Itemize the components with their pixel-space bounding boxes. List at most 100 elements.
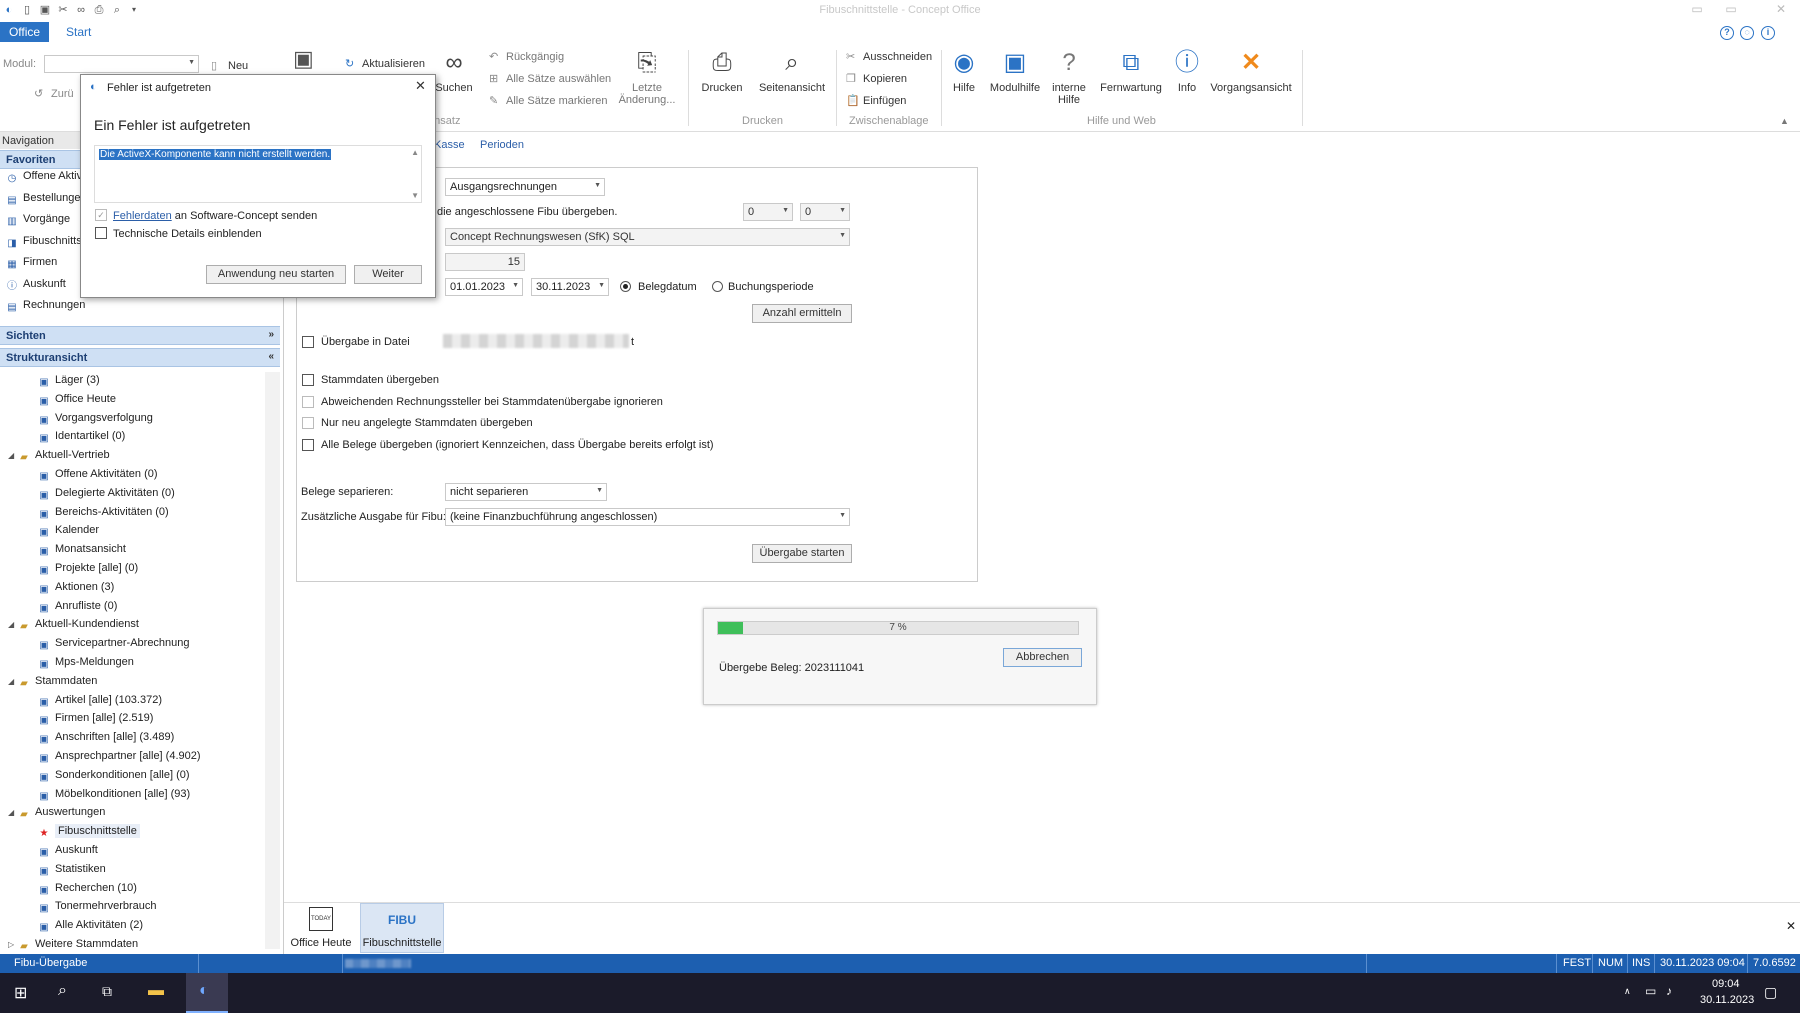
alle-belege-checkbox[interactable] <box>302 439 314 451</box>
clock-time[interactable]: 09:04 <box>1712 978 1740 990</box>
modul-select[interactable]: ▼ <box>44 55 199 73</box>
close-tab-icon[interactable]: ✕ <box>1786 919 1796 933</box>
seitenansicht-button[interactable]: ⌕ Seitenansicht <box>756 48 828 94</box>
favorite-item[interactable]: ◨ Fibuschnitts <box>6 235 81 254</box>
date-to-field[interactable]: 30.11.2023 ▼ <box>531 278 609 296</box>
date-from-field[interactable]: 01.01.2023 ▼ <box>445 278 523 296</box>
nur-neu-checkbox[interactable] <box>302 417 314 429</box>
expand-arrow-icon[interactable]: ◢ <box>8 620 18 629</box>
tree-item[interactable]: ▣ Mps-Meldungen <box>38 656 134 674</box>
tree-item[interactable]: ▣ Projekte [alle] (0) <box>38 562 138 580</box>
tree-item[interactable]: ▣ Monatsansicht <box>38 543 126 561</box>
belegart-select[interactable]: Ausgangsrechnungen ▼ <box>445 178 605 196</box>
tree-item[interactable]: ▣ Statistiken <box>38 863 105 881</box>
windows-start-icon[interactable]: ⊞ <box>14 983 27 1003</box>
vorgangsansicht-button[interactable]: ✕ Vorgangsansicht <box>1206 48 1296 94</box>
help-icon[interactable]: ? <box>1720 26 1734 40</box>
scroll-up-icon[interactable]: ▲ <box>411 148 419 157</box>
abweichenden-checkbox[interactable] <box>302 396 314 408</box>
expand-arrow-icon[interactable]: ▷ <box>8 940 18 949</box>
tree-item[interactable]: ▣ Recherchen (10) <box>38 882 137 900</box>
uebergabe-datei-checkbox[interactable] <box>302 336 314 348</box>
tree-item[interactable]: ★ Fibuschnittstelle <box>38 824 140 843</box>
volume-icon[interactable]: ♪ <box>1666 984 1672 998</box>
tab-start[interactable]: Start <box>66 25 91 39</box>
rueckgaengig-button[interactable]: ↶ Rückgängig <box>489 50 564 63</box>
expand-arrow-icon[interactable]: ◢ <box>8 451 18 460</box>
info-icon[interactable]: i <box>1761 26 1775 40</box>
tree-item[interactable]: ▣ Artikel [alle] (103.372) <box>38 694 162 712</box>
tree-item[interactable]: ▣ Ansprechpartner [alle] (4.902) <box>38 750 200 768</box>
tree-item[interactable]: ◢ ▰ Aktuell-Kundendienst <box>8 618 139 636</box>
hilfe-button[interactable]: ◉ Hilfe <box>948 48 980 94</box>
minimize-icon[interactable]: ▭ <box>1688 2 1706 18</box>
close-icon[interactable]: ✕ <box>415 78 426 94</box>
fernwartung-button[interactable]: ⧉ Fernwartung <box>1095 48 1167 94</box>
fehlerdaten-checkbox[interactable]: ✓ <box>95 209 107 221</box>
stammdaten-uebergeben-checkbox[interactable] <box>302 374 314 386</box>
tree-item[interactable]: ▣ Office Heute <box>38 393 116 411</box>
favorite-item[interactable]: ◷ Offene Aktiv <box>6 170 82 189</box>
abbrechen-button[interactable]: Abbrechen <box>1003 648 1082 667</box>
tree-item[interactable]: ◢ ▰ Aktuell-Vertrieb <box>8 449 110 467</box>
tree-item[interactable]: ▣ Aktionen (3) <box>38 581 114 599</box>
kopieren-button[interactable]: ❐ Kopieren <box>846 72 907 85</box>
tree-item[interactable]: ◢ ▰ Stammdaten <box>8 675 97 693</box>
fehlerdaten-link[interactable]: Fehlerdaten <box>113 210 172 222</box>
tree-item[interactable]: ▣ Servicepartner-Abrechnung <box>38 637 189 655</box>
einfuegen-button[interactable]: 📋 Einfügen <box>846 94 906 107</box>
tree-item[interactable]: ▣ Anrufliste (0) <box>38 600 117 618</box>
section-sichten[interactable]: Sichten» <box>0 326 280 345</box>
info-button[interactable]: ⓘ Info <box>1170 48 1204 94</box>
tree-item[interactable]: ▣ Firmen [alle] (2.519) <box>38 712 153 730</box>
collapse-ribbon-icon[interactable]: ▲ <box>1780 116 1789 126</box>
tree-item[interactable]: ▣ Tonermehrverbrauch <box>38 900 156 918</box>
tree-item[interactable]: ▣ Offene Aktivitäten (0) <box>38 468 157 486</box>
support-icon[interactable]: ◌ <box>1740 26 1754 40</box>
favorite-item[interactable]: ▤ Rechnungen <box>6 299 85 318</box>
tab-perioden[interactable]: Perioden <box>480 139 524 151</box>
close-window-icon[interactable]: ✕ <box>1772 2 1790 18</box>
buchungsperiode-radio[interactable] <box>712 281 723 292</box>
belegdatum-radio[interactable] <box>620 281 631 292</box>
doc-tab-office-heute[interactable]: TODAY Office Heute <box>288 905 354 951</box>
value-field-2[interactable]: 0 ▼ <box>800 203 850 221</box>
weiter-button[interactable]: Weiter <box>354 265 422 284</box>
notifications-icon[interactable]: ▢ <box>1764 984 1777 1001</box>
error-message-box[interactable]: Die ActiveX-Komponente kann nicht erstel… <box>94 145 422 203</box>
expand-arrow-icon[interactable]: ◢ <box>8 677 18 686</box>
belege-separieren-select[interactable]: nicht separieren ▼ <box>445 483 607 501</box>
uebergabe-starten-button[interactable]: Übergabe starten <box>752 544 852 563</box>
maximize-icon[interactable]: ▭ <box>1722 2 1740 18</box>
concept-office-taskbar-app[interactable]: ◐ <box>186 973 228 1013</box>
alle-saetze-markieren-button[interactable]: ✎ Alle Sätze markieren <box>489 94 608 107</box>
tree-scrollbar[interactable] <box>265 372 280 949</box>
search-icon[interactable]: ⌕ <box>58 982 67 1000</box>
tree-item[interactable]: ▣ Möbelkonditionen [alle] (93) <box>38 788 190 806</box>
favorite-item[interactable]: ⓘ Auskunft <box>6 278 66 297</box>
save-record-icon[interactable]: ▣ <box>293 46 314 72</box>
tree-item[interactable]: ▣ Identartikel (0) <box>38 430 125 448</box>
letzte-aenderung-button[interactable]: ⎘ Letzte Änderung... <box>617 48 677 106</box>
count-field[interactable]: 15 <box>445 253 525 271</box>
aktualisieren-button[interactable]: ↻ Aktualisieren <box>345 57 425 70</box>
zurueck-button[interactable]: ↺ Zurü <box>34 87 74 100</box>
tab-office[interactable]: Office <box>0 22 49 42</box>
alle-saetze-auswaehlen-button[interactable]: ⊞ Alle Sätze auswählen <box>489 72 611 85</box>
tree-item[interactable]: ▣ Anschriften [alle] (3.489) <box>38 731 174 749</box>
doc-tab-fibuschnittstelle[interactable]: FIBU Fibuschnittstelle <box>360 903 444 953</box>
tree-item[interactable]: ▣ Kalender <box>38 524 99 542</box>
zusaetzliche-ausgabe-select[interactable]: (keine Finanzbuchführung angeschlossen) ▼ <box>445 508 850 526</box>
favorite-item[interactable]: ▤ Bestellunge <box>6 192 80 211</box>
drucken-button[interactable]: ⎙ Drucken <box>697 48 747 94</box>
clock-date[interactable]: 30.11.2023 <box>1700 994 1754 1006</box>
suchen-button[interactable]: ∞ Suchen <box>432 48 476 94</box>
fibu-system-select[interactable]: Concept Rechnungswesen (SfK) SQL ▼ <box>445 228 850 246</box>
modulhilfe-button[interactable]: ▣ Modulhilfe <box>984 48 1046 94</box>
anzahl-ermitteln-button[interactable]: Anzahl ermitteln <box>752 304 852 323</box>
section-strukturansicht[interactable]: Strukturansicht « <box>0 348 280 367</box>
tree-item[interactable]: ▣ Delegierte Aktivitäten (0) <box>38 487 175 505</box>
technische-details-checkbox[interactable] <box>95 227 107 239</box>
tree-item[interactable]: ▣ Alle Aktivitäten (2) <box>38 919 143 937</box>
tab-kasse[interactable]: Kasse <box>434 139 465 151</box>
